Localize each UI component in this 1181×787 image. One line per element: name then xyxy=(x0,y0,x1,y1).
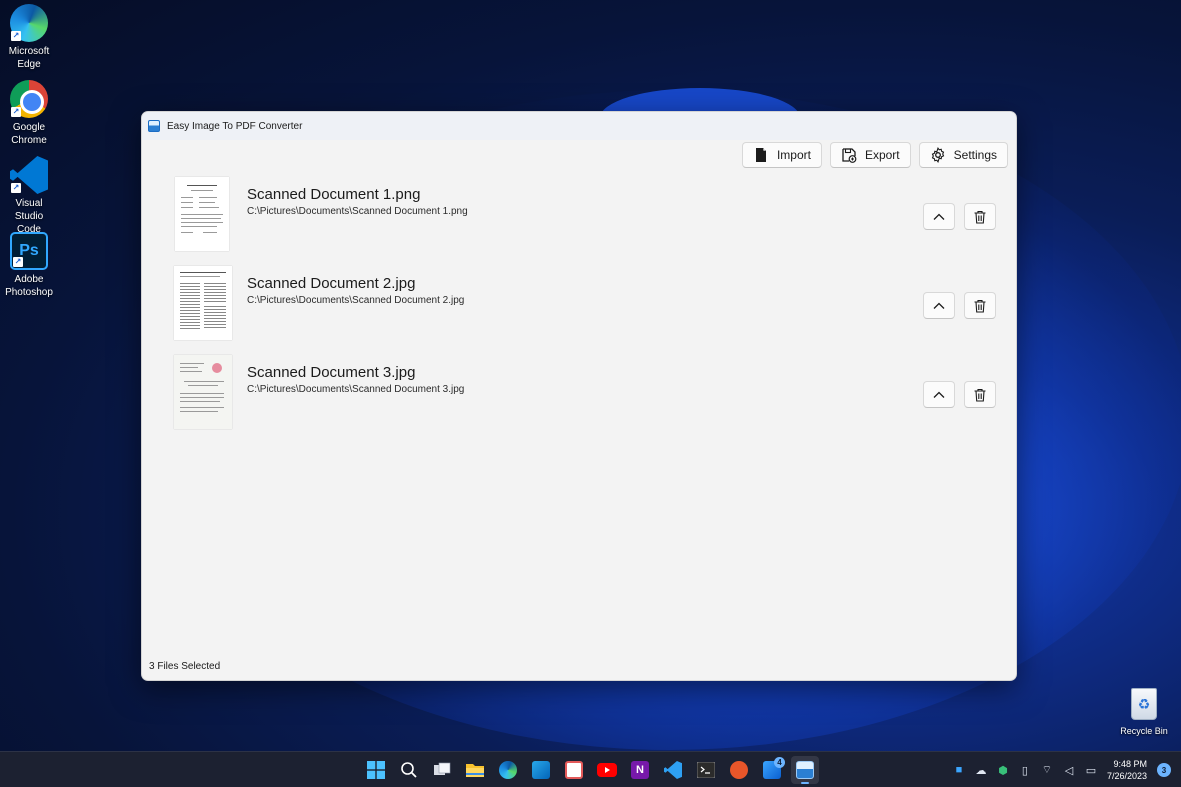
onenote-icon[interactable]: N xyxy=(626,756,654,784)
desktop-icon-vscode[interactable]: ↗ Visual Studio Code xyxy=(0,156,58,236)
usb-icon[interactable]: ▯ xyxy=(1019,764,1031,777)
file-path: C:\Pictures\Documents\Scanned Document 2… xyxy=(247,295,465,306)
recycle-bin-icon xyxy=(1131,688,1157,720)
status-text: 3 Files Selected xyxy=(149,661,221,672)
move-up-button[interactable] xyxy=(923,203,955,230)
app-window: Easy Image To PDF Converter Import Expor… xyxy=(141,111,1017,681)
vscode-icon[interactable] xyxy=(659,756,687,784)
clock-time: 9:48 PM xyxy=(1113,759,1147,769)
export-button[interactable]: Export xyxy=(829,142,911,168)
outlook-icon[interactable] xyxy=(527,756,555,784)
taskbar: N 4 ■ ☁ ⬢ ▯ ⌔ ◁ ▭ 9:48 PM 7/26/2023 3 xyxy=(0,751,1181,787)
move-up-button[interactable] xyxy=(923,292,955,319)
wifi-icon[interactable]: ⌔ xyxy=(1041,764,1053,776)
document-thumbnail xyxy=(174,355,232,429)
document-thumbnail xyxy=(174,266,232,340)
chevron-up-icon xyxy=(933,213,945,220)
defender-icon[interactable]: ■ xyxy=(953,764,965,776)
image-to-pdf-icon[interactable] xyxy=(791,756,819,784)
file-name: Scanned Document 2.jpg xyxy=(247,275,416,292)
trash-icon xyxy=(974,388,986,402)
onedrive-icon[interactable]: ☁ xyxy=(975,764,987,777)
settings-label: Settings xyxy=(953,148,997,162)
desktop-icon-label: Chrome xyxy=(11,135,47,146)
document-icon xyxy=(755,148,766,162)
list-item[interactable]: Scanned Document 3.jpg C:\Pictures\Docum… xyxy=(142,354,1016,443)
import-button[interactable]: Import xyxy=(741,142,822,168)
stamp-mark xyxy=(212,363,222,373)
desktop-icon-edge[interactable]: ↗ Microsoft Edge xyxy=(0,4,58,71)
desktop-icon-label: Edge xyxy=(17,59,41,70)
window-title: Easy Image To PDF Converter xyxy=(167,120,303,132)
desktop-icon-label: Microsoft xyxy=(8,46,50,57)
move-up-button[interactable] xyxy=(923,381,955,408)
file-name: Scanned Document 3.jpg xyxy=(247,364,416,381)
file-path: C:\Pictures\Documents\Scanned Document 3… xyxy=(247,384,465,395)
clock-date: 7/26/2023 xyxy=(1106,771,1147,781)
system-tray: ■ ☁ ⬢ ▯ ⌔ ◁ ▭ 9:48 PM 7/26/2023 3 xyxy=(953,752,1171,787)
chevron-up-icon xyxy=(933,391,945,398)
taskbar-apps: N 4 xyxy=(362,756,819,784)
store-badge: 4 xyxy=(774,757,785,768)
desktop-icon-label: Photoshop xyxy=(5,287,53,298)
edge-icon[interactable] xyxy=(494,756,522,784)
terminal-icon[interactable] xyxy=(692,756,720,784)
remote-desktop-icon[interactable] xyxy=(725,756,753,784)
file-list: Scanned Document 1.png C:\Pictures\Docum… xyxy=(142,176,1016,443)
youtube-icon[interactable] xyxy=(593,756,621,784)
volume-icon[interactable]: ◁ xyxy=(1063,764,1075,777)
start-icon[interactable] xyxy=(362,756,390,784)
trash-icon xyxy=(974,210,986,224)
title-bar[interactable]: Easy Image To PDF Converter xyxy=(142,112,1016,140)
delete-button[interactable] xyxy=(964,292,996,319)
task-view-icon[interactable] xyxy=(428,756,456,784)
app-logo-icon xyxy=(148,120,160,132)
security-shield-icon[interactable]: ⬢ xyxy=(997,764,1009,777)
store-icon[interactable]: 4 xyxy=(758,756,786,784)
notification-badge[interactable]: 3 xyxy=(1157,763,1171,777)
desktop-icon-label: Adobe xyxy=(14,274,44,285)
export-label: Export xyxy=(864,148,900,162)
edge-icon: ↗ xyxy=(10,4,48,42)
file-explorer-icon[interactable] xyxy=(461,756,489,784)
battery-icon[interactable]: ▭ xyxy=(1085,764,1097,777)
desktop-icon-recycle-bin[interactable]: Recycle Bin xyxy=(1116,688,1172,736)
delete-button[interactable] xyxy=(964,381,996,408)
gear-icon xyxy=(931,147,944,163)
chrome-icon: ↗ xyxy=(10,80,48,118)
import-label: Import xyxy=(776,148,811,162)
delete-button[interactable] xyxy=(964,203,996,230)
toolbar: Import Export Settings xyxy=(741,142,1008,168)
clock[interactable]: 9:48 PM 7/26/2023 xyxy=(1107,758,1147,782)
save-export-icon xyxy=(842,148,857,163)
snipping-tool-icon[interactable] xyxy=(560,756,588,784)
document-thumbnail xyxy=(175,177,229,251)
file-path: C:\Pictures\Documents\Scanned Document 1… xyxy=(247,206,468,217)
search-icon[interactable] xyxy=(395,756,423,784)
desktop-icon-chrome[interactable]: ↗ Google Chrome xyxy=(0,80,58,147)
trash-icon xyxy=(974,299,986,313)
file-name: Scanned Document 1.png xyxy=(247,186,421,203)
settings-button[interactable]: Settings xyxy=(918,142,1008,168)
desktop-icon-photoshop[interactable]: Ps ↗ Adobe Photoshop xyxy=(0,232,58,299)
chevron-up-icon xyxy=(933,302,945,309)
recycle-bin-label: Recycle Bin xyxy=(1120,726,1168,736)
photoshop-icon: Ps ↗ xyxy=(10,232,48,270)
list-item[interactable]: Scanned Document 1.png C:\Pictures\Docum… xyxy=(142,176,1016,265)
desktop-icon-label: Visual Studio xyxy=(14,198,44,222)
list-item[interactable]: Scanned Document 2.jpg C:\Pictures\Docum… xyxy=(142,265,1016,354)
vscode-icon: ↗ xyxy=(10,156,48,194)
desktop-icon-label: Google xyxy=(12,122,46,133)
